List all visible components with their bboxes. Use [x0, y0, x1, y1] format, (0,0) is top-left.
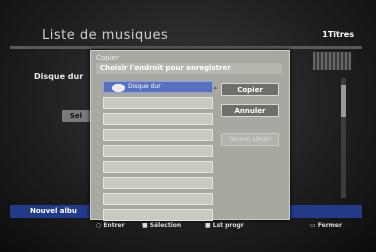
dialog-caption: Copier — [96, 54, 119, 62]
list-item[interactable]: Disque dur — [103, 81, 213, 93]
footer-enter: ○ Entrer — [96, 222, 125, 229]
title-count: 1Titres — [322, 30, 354, 39]
footer-select: ■ Sélection — [142, 222, 182, 229]
list-item[interactable] — [103, 129, 213, 141]
scrollbar-thumb[interactable] — [341, 85, 346, 117]
list-item[interactable] — [103, 161, 213, 173]
footer-list-label: Lst progr — [212, 222, 244, 229]
list-item[interactable] — [103, 113, 213, 125]
footer-enter-label: Entrer — [103, 222, 125, 229]
copy-dialog: Copier Choisir l'endroit pour enregistre… — [90, 50, 290, 221]
disc-icon — [112, 84, 125, 92]
footer-close-label: Fermer — [317, 222, 342, 229]
list-item[interactable] — [103, 177, 213, 189]
side-select-button[interactable]: Sel — [62, 110, 90, 122]
new-album-row-label: Nouvel albu — [30, 207, 77, 215]
list-item[interactable] — [103, 209, 213, 221]
header-divider — [10, 46, 362, 49]
source-label: Disque dur — [34, 72, 84, 81]
copy-button[interactable]: Copier — [221, 83, 279, 96]
footer-bar: ○ Entrer ■ Sélection ■ Lst progr ▭ Ferme… — [0, 222, 376, 234]
destination-list: Disque dur — [103, 81, 213, 225]
list-item-label: Disque dur — [128, 83, 161, 90]
footer-select-label: Sélection — [149, 222, 182, 229]
footer-list: ■ Lst progr — [205, 222, 244, 229]
page-title: Liste de musiques — [42, 28, 169, 43]
dialog-header: Choisir l'endroit pour enregistrer — [96, 63, 282, 74]
thumbnail-strip — [313, 52, 351, 70]
list-item[interactable] — [103, 193, 213, 205]
new-album-button[interactable]: Nouvel album — [221, 133, 279, 146]
footer-close: ▭ Fermer — [310, 222, 342, 229]
chevron-right-icon: ▸ — [214, 84, 218, 92]
list-item[interactable] — [103, 145, 213, 157]
list-item[interactable] — [103, 97, 213, 109]
cancel-button[interactable]: Annuler — [221, 104, 279, 117]
